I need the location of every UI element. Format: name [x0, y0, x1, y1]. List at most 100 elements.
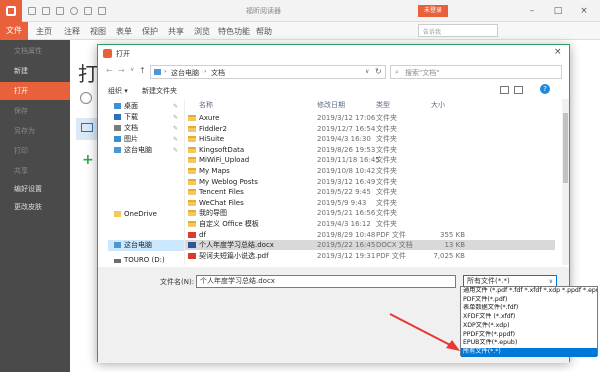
nav-item-downloads[interactable]: 下载 ✎ [114, 112, 184, 123]
pin-icon: ✎ [172, 125, 178, 132]
column-size[interactable]: 大小 [431, 99, 445, 111]
tab-help[interactable]: 帮助 [256, 26, 272, 37]
new-folder-button[interactable]: 新建文件夹 [142, 86, 177, 96]
nav-item-onedrive[interactable]: OneDrive [114, 209, 184, 220]
nav-item-this-pc[interactable]: 这台电脑 [108, 240, 184, 251]
address-dropdown-icon[interactable]: ∨ [365, 68, 369, 75]
file-row[interactable]: My Maps 2019/10/8 10:42 文件夹 [185, 166, 555, 176]
refresh-icon[interactable]: ↻ [375, 67, 382, 76]
file-name: Axure [199, 114, 220, 122]
file-list-scrollbar[interactable] [562, 99, 569, 265]
file-row[interactable]: 我的导图 2019/5/21 16:56 文件夹 [185, 208, 555, 218]
tab-form[interactable]: 表单 [116, 26, 132, 37]
file-row[interactable]: df 2019/8/29 10:48 PDF 文件 355 KB [185, 230, 555, 240]
file-row[interactable]: 自定义 Office 模板 2019/4/3 16:12 文件夹 [185, 219, 555, 229]
file-name: Tencent Files [199, 188, 244, 197]
menu-preferences[interactable]: 编好设置 [0, 180, 70, 198]
folder-icon [188, 168, 196, 174]
filetype-option[interactable]: 所有文件(*.*) [461, 347, 597, 357]
nav-item-pictures[interactable]: 图片 ✎ [114, 134, 184, 145]
file-row[interactable]: Fiddler2 2019/12/7 16:54 文件夹 [185, 124, 555, 134]
nav-item-desktop[interactable]: 桌面 ✎ [114, 101, 184, 112]
undo-icon[interactable] [84, 7, 92, 15]
app-logo[interactable] [0, 0, 22, 22]
menu-print[interactable]: 打印 [0, 142, 70, 160]
close-icon[interactable]: × [572, 0, 596, 22]
save-icon[interactable] [42, 7, 50, 15]
pin-icon: ✎ [172, 114, 178, 121]
add-place-icon[interactable]: + [82, 152, 94, 168]
filetype-option[interactable]: 表单数据文件(*.fdf) [461, 304, 597, 313]
file-row[interactable]: 契诃夫短篇小说选.pdf 2019/3/12 19:31 PDF 文件 7,025 K… [185, 251, 555, 261]
filetype-dropdown: 通用文件 (*.pdf *.fdf *.xfdf *.xdp *.ppdf *.… [460, 286, 598, 357]
file-row[interactable]: HiSuite 2019/4/3 16:30 文件夹 [185, 134, 555, 144]
tab-view[interactable]: 视图 [90, 26, 106, 37]
tab-share[interactable]: 共享 [168, 26, 184, 37]
nav-item-this-pc-quick[interactable]: 这台电脑 ✎ [114, 145, 184, 156]
column-type[interactable]: 类型 [376, 99, 390, 111]
file-row[interactable]: WeChat Files 2019/5/9 9:43 文件夹 [185, 198, 555, 208]
tab-browse[interactable]: 浏览 [194, 26, 210, 37]
tab-home[interactable]: 主页 [36, 26, 52, 37]
nav-item-documents[interactable]: 文档 ✎ [114, 123, 184, 134]
back-icon[interactable]: ← [106, 66, 113, 75]
filetype-option[interactable]: XFDF文件 (*.xfdf) [461, 313, 597, 322]
file-date: 2019/4/3 16:30 [317, 135, 371, 144]
pdf-file-icon [188, 252, 196, 259]
file-tab[interactable]: 文件 [0, 22, 28, 40]
hand-tool-icon[interactable] [70, 7, 78, 15]
up-icon[interactable]: ↑ [139, 66, 146, 75]
help-icon[interactable]: ? [540, 84, 550, 94]
computer-icon[interactable] [76, 118, 98, 140]
login-button[interactable]: 未登录 [418, 5, 448, 17]
minimize-icon[interactable]: – [520, 0, 544, 22]
menu-doc-properties[interactable]: 文档属性 [0, 42, 70, 60]
breadcrumb-this-pc[interactable]: 这台电脑 [171, 68, 199, 78]
tab-features[interactable]: 特色功能 [218, 26, 250, 37]
redo-icon[interactable] [98, 7, 106, 15]
file-row[interactable]: 个人年度学习总结.docx 2019/5/22 16:45 DOCX 文档 13 KB [185, 240, 555, 251]
filetype-option[interactable]: PPDF文件(*.ppdf) [461, 331, 597, 340]
menu-save-as[interactable]: 另存为 [0, 122, 70, 140]
maximize-icon[interactable]: □ [546, 0, 570, 22]
file-row[interactable]: Axure 2019/3/12 17:06 文件夹 [185, 113, 555, 123]
file-row[interactable]: MiWiFi_Upload 2019/11/18 16:45 文件夹 [185, 155, 555, 165]
preview-pane-icon[interactable] [514, 86, 523, 94]
file-row[interactable]: Tencent Files 2019/5/22 9:45 文件夹 [185, 187, 555, 197]
organize-button[interactable]: 组织 ▾ [108, 86, 128, 96]
file-date: 2019/5/9 9:43 [317, 198, 367, 207]
filetype-option[interactable]: PDF文件(*.pdf) [461, 296, 597, 305]
dialog-search-input[interactable]: ⌕ 搜索"文档" [390, 65, 562, 79]
recent-icon[interactable] [80, 92, 92, 104]
column-name[interactable]: 名称 [199, 99, 213, 111]
app-search-input[interactable]: 告诉我 [418, 24, 498, 37]
scrollbar-thumb[interactable] [563, 113, 568, 183]
menu-save[interactable]: 保存 [0, 102, 70, 120]
filetype-option[interactable]: 通用文件 (*.pdf *.fdf *.xfdf *.xdp *.ppdf *.… [461, 287, 597, 296]
view-options-icon[interactable] [500, 86, 509, 94]
filetype-option[interactable]: EPUB文件(*.epub) [461, 339, 597, 348]
forward-icon[interactable]: → [118, 66, 125, 75]
breadcrumb-documents[interactable]: 文档 [211, 68, 225, 78]
file-row[interactable]: KingsoftData 2019/8/26 19:53 文件夹 [185, 145, 555, 155]
menu-share[interactable]: 共享 [0, 162, 70, 180]
menu-skin[interactable]: 更改皮肤 [0, 198, 70, 216]
nav-item-drive[interactable]: TOURO (D:) [114, 255, 184, 266]
file-row[interactable]: My Weblog Posts 2019/3/12 16:49 文件夹 [185, 177, 555, 187]
open-icon[interactable] [28, 7, 36, 15]
file-date: 2019/4/3 16:12 [317, 220, 371, 228]
tab-protect[interactable]: 保护 [142, 26, 158, 37]
filename-input[interactable]: 个人年度学习总结.docx [196, 275, 456, 288]
recent-locations-icon[interactable]: ∨ [130, 66, 134, 73]
address-bar[interactable]: › 这台电脑 › 文档 ∨ ↻ [150, 65, 386, 79]
column-date[interactable]: 修改日期 [317, 99, 345, 111]
tab-comment[interactable]: 注释 [64, 26, 80, 37]
dialog-close-icon[interactable]: × [554, 47, 562, 57]
file-name: My Maps [199, 167, 230, 175]
menu-open[interactable]: 打开 [0, 82, 70, 100]
file-type: 文件夹 [376, 220, 397, 228]
filetype-option[interactable]: XDP文件(*.xdp) [461, 322, 597, 331]
print-icon[interactable] [56, 7, 64, 15]
menu-new[interactable]: 新建 [0, 62, 70, 80]
download-icon [114, 114, 121, 120]
